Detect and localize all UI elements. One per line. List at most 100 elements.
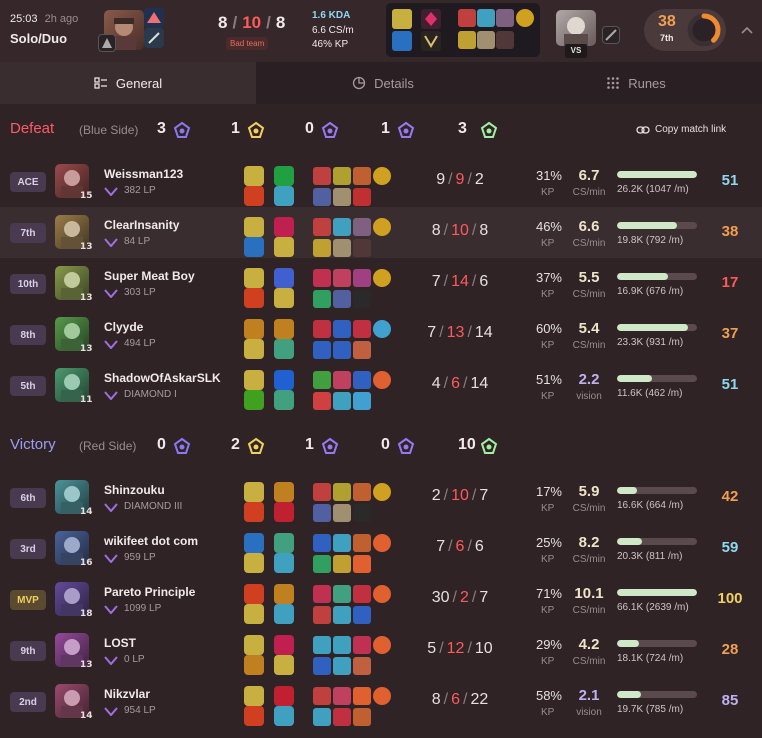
item-icon <box>496 9 514 27</box>
item-icon <box>333 555 351 573</box>
tab-general-label: General <box>115 75 163 91</box>
champion-level: 11 <box>80 395 93 405</box>
player-name[interactable]: Clyyde <box>104 320 143 334</box>
baron-icon <box>173 437 191 455</box>
item-icon <box>353 504 371 522</box>
kp-label: KP <box>541 656 555 667</box>
player-row[interactable]: 10th 13 Super Meat Boy 303 LP 7/14/6 37% KP 5.5… <box>0 258 762 309</box>
flash-spell-icon <box>392 9 412 29</box>
player-row[interactable]: 5th 11 ShadowOfAskarSLK DIAMOND I 4/6/14 51% K… <box>0 360 762 411</box>
team-result: Defeat <box>10 120 55 137</box>
kda-line: 7/6/6 <box>436 538 484 555</box>
item-icon <box>333 239 351 257</box>
player-name[interactable]: Shinzouku <box>104 483 165 497</box>
item-icon <box>333 534 351 552</box>
copy-match-link-button[interactable]: Copy match link <box>636 124 726 135</box>
rune-icon <box>274 166 294 186</box>
kills: 7 <box>431 273 441 290</box>
summoner-spell-icon <box>144 8 164 28</box>
player-name[interactable]: wikifeet dot com <box>104 534 198 548</box>
item-icon <box>313 585 331 603</box>
assists: 7 <box>479 589 489 606</box>
kda-line: 8/6/22 <box>431 691 489 708</box>
item-icon <box>313 708 331 726</box>
rank-text: 1099 LP <box>124 603 162 614</box>
rank-text: 954 LP <box>124 705 156 716</box>
objective-count: 1 <box>381 120 390 137</box>
player-row[interactable]: 9th 13 LOST 0 LP 5/12/10 29% KP 4.2 CS/min 18.1K … <box>0 625 762 676</box>
match-header[interactable]: 25:03 2h ago Solo/Duo 8/10/8 Bad team 1.… <box>0 0 762 62</box>
rune-icon <box>274 502 294 522</box>
player-name[interactable]: ClearInsanity <box>104 218 179 232</box>
player-score: 37 <box>721 325 739 342</box>
champion-level: 13 <box>80 293 93 303</box>
damage-bar-fill <box>617 273 669 280</box>
trinket-icon <box>373 687 391 705</box>
item-icon <box>477 31 495 49</box>
damage-bar <box>617 324 697 331</box>
item-icon <box>313 341 331 359</box>
player-name[interactable]: LOST <box>104 636 136 650</box>
player-name[interactable]: Nikzvlar <box>104 687 150 701</box>
grub-icon <box>397 121 415 139</box>
rune-icon <box>274 339 294 359</box>
assists: 22 <box>470 691 489 708</box>
item-icon <box>313 371 331 389</box>
player-name[interactable]: ShadowOfAskarSLK <box>104 371 221 385</box>
item-icon <box>333 636 351 654</box>
item-icon <box>496 31 514 49</box>
deaths: 10 <box>451 222 469 239</box>
damage-bar <box>617 222 697 229</box>
item-icon <box>313 534 331 552</box>
kda-line: 8/10/8 <box>431 222 489 239</box>
objective-count: 1 <box>305 436 314 453</box>
rank-text: DIAMOND I <box>124 389 177 400</box>
cs-label: CS/min <box>572 187 606 198</box>
damage-text: 16.9K (676 /m) <box>617 286 684 297</box>
trinket-icon <box>373 167 391 185</box>
player-row[interactable]: 3rd 16 wikifeet dot com 959 LP 7/6/6 25% KP 8.2… <box>0 523 762 574</box>
damage-bar-fill <box>617 589 697 596</box>
trinket-icon <box>373 269 391 287</box>
team-side: (Red Side) <box>79 439 137 453</box>
player-row[interactable]: MVP 18 Pareto Principle 1099 LP 30/2/7 71% KP 1… <box>0 574 762 625</box>
summoner-spell-icon <box>244 533 264 553</box>
summoner-spell-icon <box>244 166 264 186</box>
tab-runes[interactable]: Runes <box>510 62 762 104</box>
rank-badge: MVP <box>10 590 46 610</box>
rank-emblem-icon <box>104 655 118 665</box>
chevron-up-icon[interactable] <box>740 22 754 36</box>
player-row[interactable]: 7th 13 ClearInsanity 84 LP 8/10/8 46% KP 6.6 CS/… <box>0 207 762 258</box>
damage-bar <box>617 375 697 382</box>
player-rank: DIAMOND I <box>104 389 177 400</box>
damage-bar-fill <box>617 222 677 229</box>
kill-participation: 17% <box>535 484 562 499</box>
trinket-icon <box>373 636 391 654</box>
kp-label: KP <box>541 503 555 514</box>
kp-label: KP <box>541 707 555 718</box>
damage-text: 19.7K (785 /m) <box>617 704 684 715</box>
damage-bar-fill <box>617 640 639 647</box>
kills: 2 <box>431 487 441 504</box>
assists: 6 <box>479 273 489 290</box>
cs-per-min: 6.6 CS/m <box>312 25 354 36</box>
kda-line: 4/6/14 <box>431 375 489 392</box>
rank-emblem-icon <box>104 502 118 512</box>
player-row[interactable]: 8th 13 Clyyde 494 LP 7/13/14 60% KP 5.4 CS/min 23… <box>0 309 762 360</box>
player-row[interactable]: ACE 15 Weissman123 382 LP 9/9/2 31% KP 6.7 CS/mi… <box>0 156 762 207</box>
player-row[interactable]: 2nd 14 Nikzvlar 954 LP 8/6/22 58% KP 2.1 vision 1… <box>0 676 762 727</box>
kills: 9 <box>436 171 446 188</box>
item-icon <box>333 218 351 236</box>
kill-participation: 29% <box>535 637 562 652</box>
damage-text: 66.1K (2639 /m) <box>617 602 689 613</box>
champion-level: 13 <box>80 344 93 354</box>
kp-label: KP <box>541 605 555 616</box>
player-row[interactable]: 6th 14 Shinzouku DIAMOND III 2/10/7 17% KP 5.9 C… <box>0 472 762 523</box>
tab-general[interactable]: General <box>0 62 256 104</box>
rank-badge: 7th <box>10 223 46 243</box>
summoner-spell-icon <box>244 370 264 390</box>
tab-details[interactable]: Details <box>256 62 510 104</box>
player-name[interactable]: Weissman123 <box>104 167 183 181</box>
player-name[interactable]: Super Meat Boy <box>104 269 195 283</box>
player-name[interactable]: Pareto Principle <box>104 585 195 599</box>
